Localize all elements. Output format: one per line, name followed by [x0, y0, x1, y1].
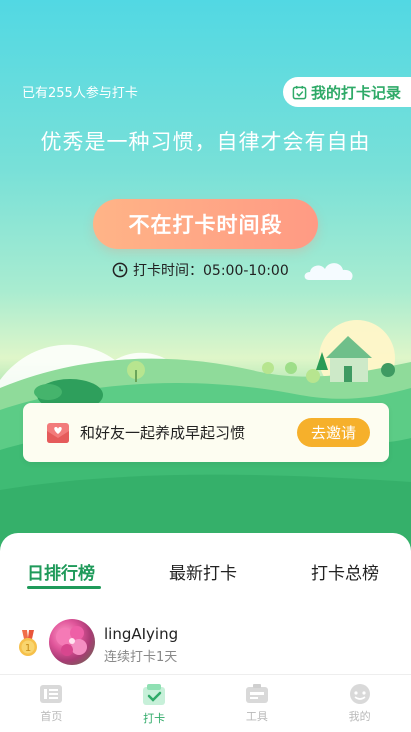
active-tab-indicator: [27, 586, 101, 589]
invite-card: 和好友一起养成早起习惯 去邀请: [23, 403, 389, 462]
bottom-nav: 首页 打卡 工具 我的: [0, 674, 411, 732]
invite-text: 和好友一起养成早起习惯: [80, 424, 246, 442]
envelope-heart-icon: [46, 421, 70, 445]
checkin-time: 打卡时间：05:00-10:00: [112, 260, 289, 280]
checkin-button[interactable]: 不在打卡时间段: [93, 199, 318, 249]
rank-number: 1: [25, 643, 31, 654]
nav-home[interactable]: 首页: [0, 675, 103, 732]
nav-profile[interactable]: 我的: [308, 675, 411, 732]
tab-total-ranking[interactable]: 打卡总榜: [311, 559, 379, 584]
nav-checkin[interactable]: 打卡: [103, 675, 206, 732]
calendar-check-icon: [292, 85, 307, 99]
my-checkin-record-button[interactable]: 我的打卡记录: [283, 77, 411, 107]
nav-label-profile: 我的: [348, 710, 371, 723]
tab-latest-checkin[interactable]: 最新打卡: [169, 559, 237, 584]
nav-label-tools: 工具: [245, 710, 268, 723]
nav-label-home: 首页: [40, 710, 63, 723]
gold-medal-icon: 1: [19, 630, 37, 656]
avatar[interactable]: [49, 619, 95, 665]
profile-icon: [349, 684, 370, 704]
cloud-icon: [304, 263, 353, 280]
user-name: lingAIying: [104, 625, 179, 643]
tools-icon: [245, 684, 268, 703]
tab-daily-ranking[interactable]: 日排行榜: [27, 559, 95, 584]
nav-label-checkin: 打卡: [143, 712, 166, 725]
home-icon: [40, 685, 63, 703]
invite-button[interactable]: 去邀请: [297, 418, 370, 447]
clock-icon: [112, 262, 128, 278]
nav-tools[interactable]: 工具: [206, 675, 309, 732]
motto-text: 优秀是一种习惯，自律才会有自由: [40, 130, 371, 154]
ranking-row[interactable]: 1 lingAIying 连续打卡1天: [0, 619, 411, 669]
checkin-time-label: 打卡时间：05:00-10:00: [133, 263, 289, 279]
participants-count: 已有255人参与打卡: [22, 86, 138, 101]
streak-text: 连续打卡1天: [104, 650, 178, 665]
ranking-tabs: 日排行榜 最新打卡 打卡总榜: [0, 559, 411, 599]
checkin-icon: [143, 684, 166, 705]
record-button-label: 我的打卡记录: [311, 83, 402, 102]
